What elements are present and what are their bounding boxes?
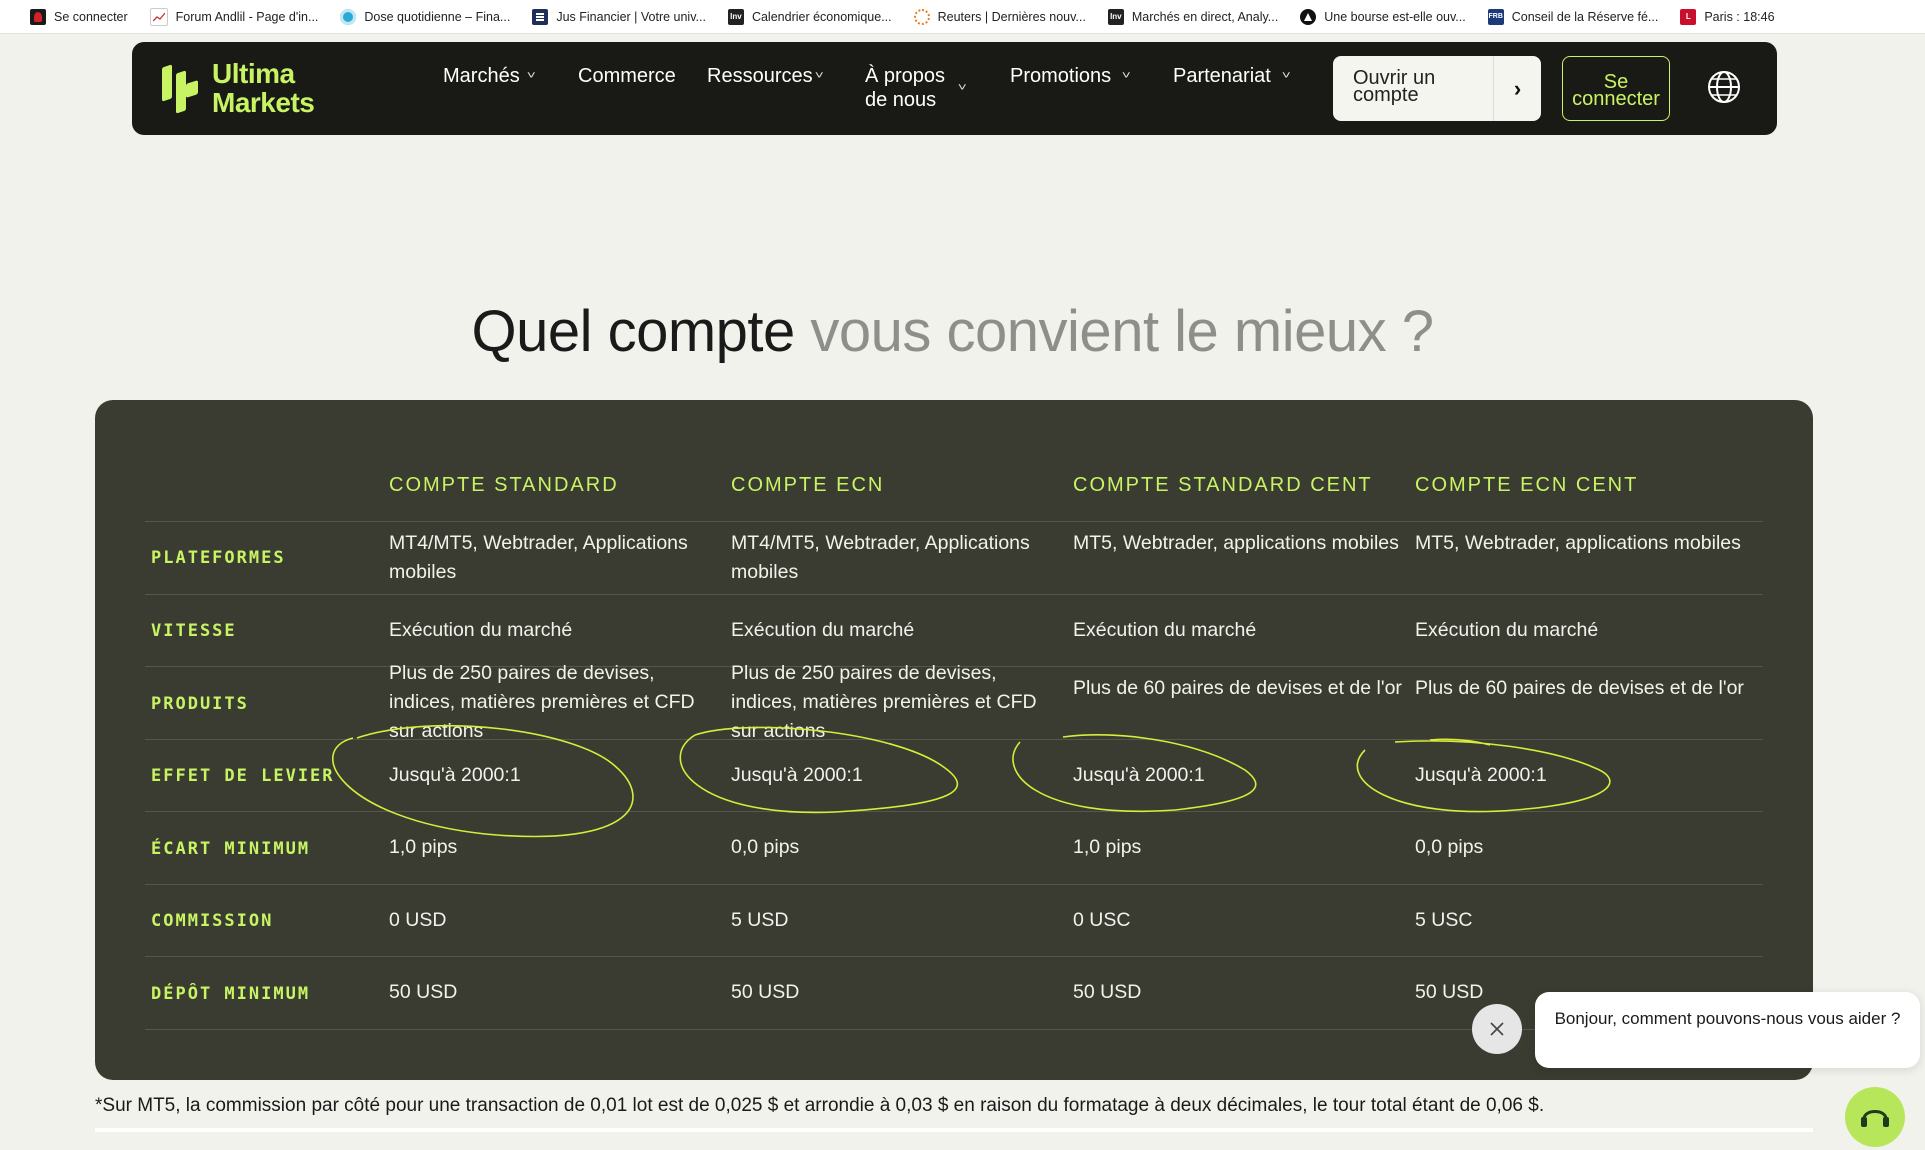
commission-footnote: *Sur MT5, la commission par côté pour un… [95, 1095, 1545, 1116]
chevron-down-icon: ˅ [957, 82, 967, 94]
table-cell: 50 USD [1073, 981, 1142, 1003]
table-cell: MT4/MT5, Webtrader, Applications mobiles [389, 532, 688, 583]
row-label-produits: PRODUITS [151, 694, 249, 714]
table-cell: 0 USD [389, 909, 447, 931]
chevron-down-icon: ˅ [1281, 70, 1291, 82]
frb-icon: FRB [1487, 8, 1504, 25]
row-label-effet-de-levier: EFFET DE LEVIER [151, 766, 335, 786]
table-cell: Jusqu'à 2000:1 [389, 764, 521, 786]
column-header-standard: COMPTE STANDARD [389, 474, 619, 496]
logo-text: Ultima Markets [212, 58, 315, 118]
bookmark-item[interactable]: Inv Calendrier économique... [727, 8, 892, 25]
column-header-ecn-cent: COMPTE ECN CENT [1415, 474, 1639, 496]
red-logo-icon [30, 8, 46, 25]
divider [95, 1128, 1813, 1132]
page-title: Quel compte vous convient le mieux ? [471, 299, 1434, 364]
open-account-button[interactable]: Ouvrir un compte › [1333, 56, 1541, 121]
chat-greeting-bubble[interactable]: Bonjour, comment pouvons-nous vous aider… [1535, 992, 1920, 1068]
table-cell: Plus de 60 paires de devises et de l'or [1415, 677, 1744, 699]
chart-icon [149, 7, 168, 26]
chat-launcher-button[interactable] [1845, 1087, 1905, 1147]
table-cell: Plus de 250 paires de devises, indices, … [731, 662, 1037, 742]
bookmark-item[interactable]: Jus Financier | Votre univ... [532, 8, 706, 25]
row-divider [145, 594, 1763, 595]
chevron-right-icon: › [1493, 56, 1541, 121]
row-divider [145, 811, 1763, 812]
bookmark-item[interactable]: FRB Conseil de la Réserve fé... [1487, 8, 1658, 25]
paris-icon: L [1680, 8, 1697, 25]
table-cell: Exécution du marché [1073, 619, 1257, 641]
headset-icon [1861, 1110, 1889, 1127]
chevron-down-icon: ˅ [1121, 70, 1131, 82]
close-icon [1490, 1022, 1504, 1036]
inv-icon: Inv [727, 8, 744, 25]
table-cell: Plus de 60 paires de devises et de l'or [1073, 677, 1402, 699]
chat-close-button[interactable] [1472, 1004, 1522, 1054]
row-label-commission: COMMISSION [151, 911, 274, 931]
table-cell: Exécution du marché [1415, 619, 1599, 641]
nav-partenariat[interactable]: Partenariat ˅ [1173, 64, 1291, 88]
table-cell: Exécution du marché [731, 619, 915, 641]
globe-icon[interactable] [1707, 70, 1741, 104]
bookmarks-bar: Se connecter Forum Andlil - Page d'in...… [0, 0, 1925, 34]
bookmark-item[interactable]: Dose quotidienne – Fina... [340, 8, 510, 25]
table-cell: MT5, Webtrader, applications mobiles [1415, 532, 1741, 554]
logo-mark-icon [162, 60, 200, 116]
table-cell: 5 USD [731, 909, 789, 931]
triangle-icon [1300, 8, 1317, 25]
bookmark-item[interactable]: Une bourse est-elle ouv... [1300, 8, 1466, 25]
table-cell: Exécution du marché [389, 619, 573, 641]
table-cell: 1,0 pips [389, 836, 458, 858]
row-label-depot-minimum: DÉPÔT MINIMUM [151, 984, 311, 1004]
jus-icon [532, 8, 549, 25]
row-label-plateformes: PLATEFORMES [151, 548, 286, 568]
table-cell: 5 USC [1415, 909, 1473, 931]
table-cell: Jusqu'à 2000:1 [1073, 764, 1205, 786]
nav-commerce[interactable]: Commerce [578, 64, 676, 88]
account-comparison-table: COMPTE STANDARD COMPTE ECN COMPTE STANDA… [95, 400, 1813, 1080]
table-cell: 1,0 pips [1073, 836, 1142, 858]
ultima-markets-logo[interactable]: Ultima Markets [162, 58, 315, 118]
reuters-icon [913, 8, 930, 25]
table-cell: 50 USD [389, 981, 458, 1003]
table-cell: 0,0 pips [1415, 836, 1484, 858]
nav-promotions[interactable]: Promotions ˅ [1010, 64, 1131, 88]
bookmark-item[interactable]: L Paris : 18:46 [1680, 8, 1775, 25]
circle-icon [340, 8, 357, 25]
table-cell: 0 USC [1073, 909, 1131, 931]
table-cell: Plus de 250 paires de devises, indices, … [389, 662, 695, 742]
row-divider [145, 884, 1763, 885]
bookmark-item[interactable]: Se connecter [30, 8, 128, 25]
row-divider [145, 739, 1763, 740]
row-divider [145, 956, 1763, 957]
bookmark-item[interactable]: Inv Marchés en direct, Analy... [1107, 8, 1278, 25]
site-navbar: Ultima Markets Marchés ˅ Commerce Ressour… [132, 42, 1777, 135]
row-label-ecart-minimum: ÉCART MINIMUM [151, 839, 311, 859]
table-cell: MT5, Webtrader, applications mobiles [1073, 532, 1399, 554]
chevron-down-icon: ˅ [526, 70, 536, 82]
column-header-ecn: COMPTE ECN [731, 474, 885, 496]
table-cell: Jusqu'à 2000:1 [731, 764, 863, 786]
nav-ressources[interactable]: Ressources ˅ [707, 64, 824, 88]
table-cell: 50 USD [731, 981, 800, 1003]
nav-marches[interactable]: Marchés ˅ [443, 64, 536, 88]
login-button[interactable]: Se connecter [1562, 56, 1670, 121]
bookmark-item[interactable]: Reuters | Dernières nouv... [913, 8, 1086, 25]
chevron-down-icon: ˅ [814, 70, 824, 82]
bookmark-item[interactable]: Forum Andlil - Page d'in... [149, 7, 318, 26]
inv-icon: Inv [1107, 8, 1124, 25]
row-label-vitesse: VITESSE [151, 621, 237, 641]
column-header-standard-cent: COMPTE STANDARD CENT [1073, 474, 1373, 496]
row-divider [145, 521, 1763, 522]
table-cell: 0,0 pips [731, 836, 800, 858]
nav-a-propos[interactable]: À propos de nous ˅ [865, 64, 967, 112]
table-cell: MT4/MT5, Webtrader, Applications mobiles [731, 532, 1030, 583]
table-cell: Jusqu'à 2000:1 [1415, 764, 1547, 786]
